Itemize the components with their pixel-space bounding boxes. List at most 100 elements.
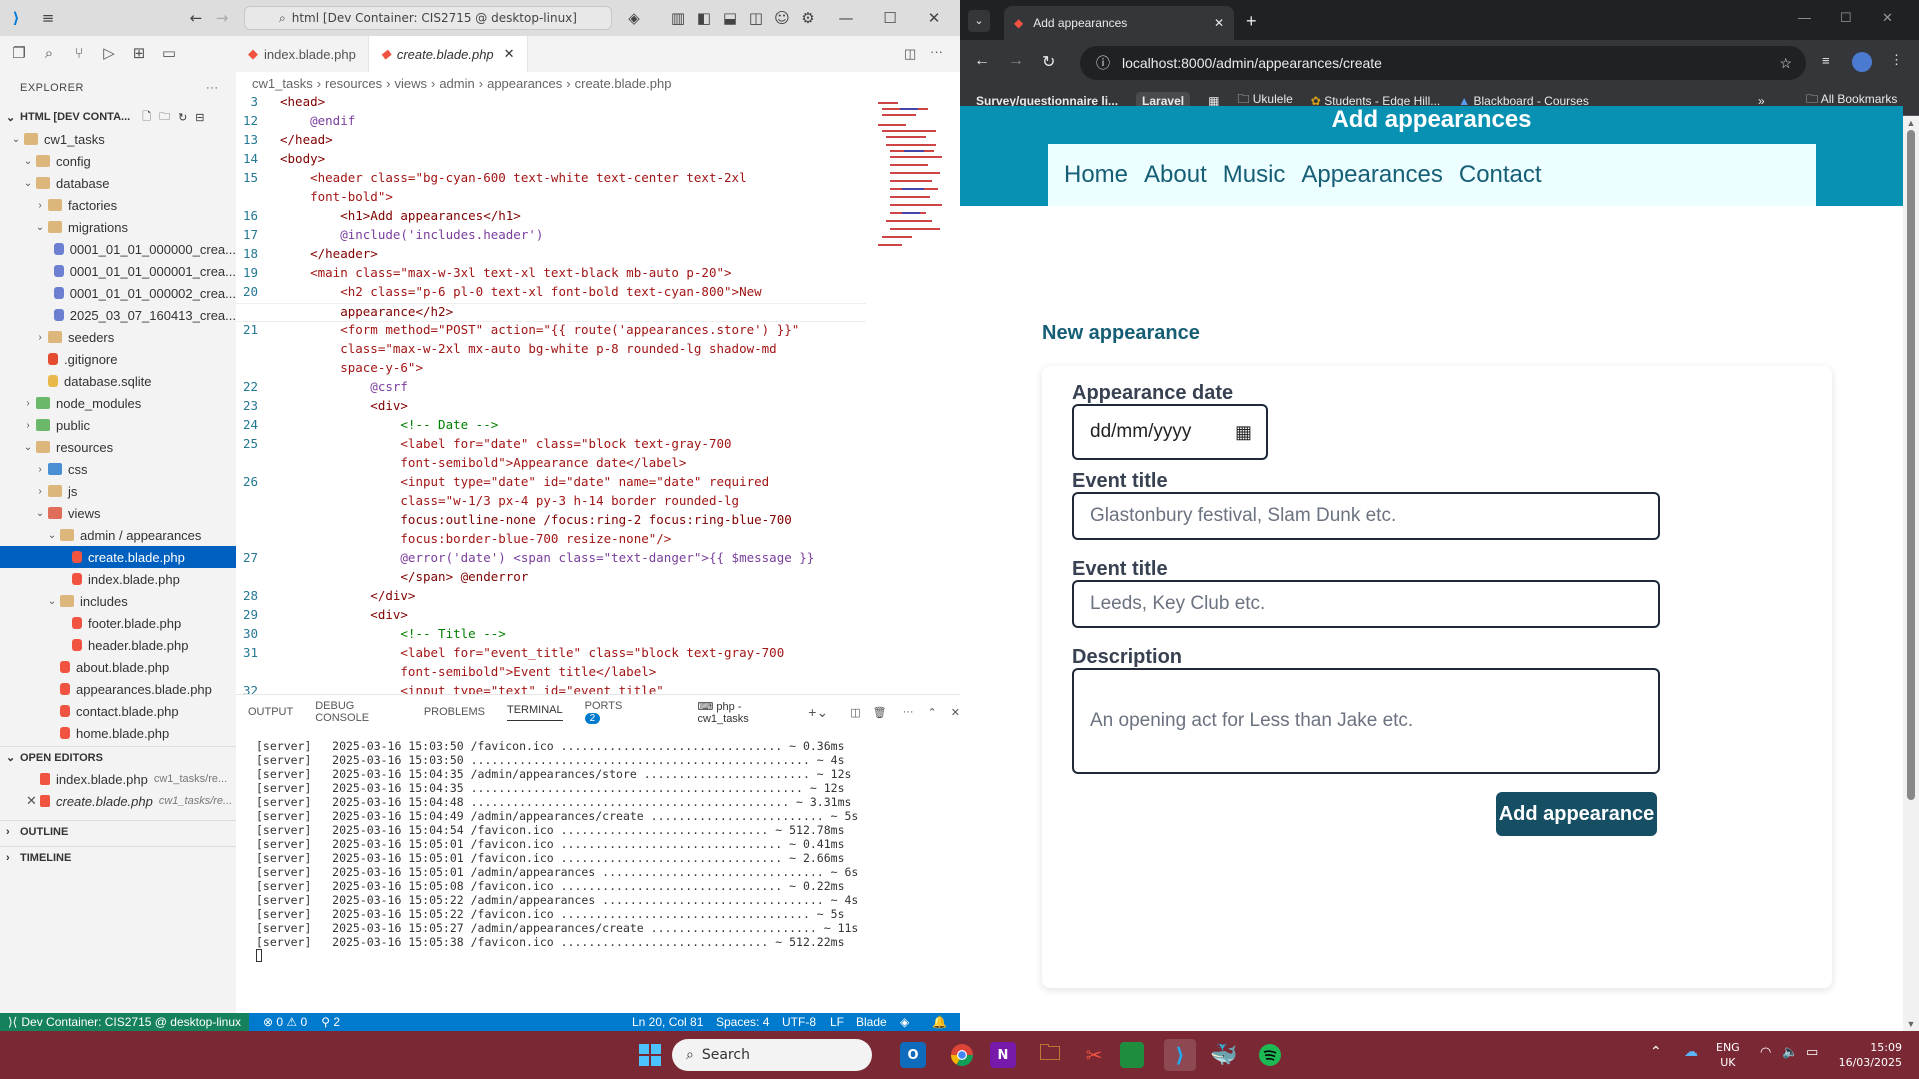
close-icon[interactable]: ✕ bbox=[504, 46, 515, 62]
tree-item[interactable]: ⌄ resources bbox=[0, 436, 236, 458]
breadcrumb-item[interactable]: cw1_tasks bbox=[252, 76, 313, 91]
onenote-icon[interactable]: N bbox=[990, 1042, 1016, 1068]
tree-item[interactable]: 0001_01_01_000000_crea... bbox=[0, 238, 236, 260]
cursor-position[interactable]: Ln 20, Col 81 bbox=[632, 1015, 703, 1029]
split-editor-icon[interactable]: ◫ bbox=[904, 46, 916, 62]
copilot-icon[interactable]: ◈ bbox=[618, 0, 650, 36]
close-panel-icon[interactable]: ✕ bbox=[951, 706, 960, 719]
tray-chevron-icon[interactable]: ⌃ bbox=[1650, 1045, 1662, 1060]
collapse-all-icon[interactable]: ⊟ bbox=[195, 111, 204, 124]
new-tab-icon[interactable]: + bbox=[1246, 11, 1257, 32]
back-arrow-icon[interactable]: ← bbox=[974, 52, 990, 70]
event-title-input[interactable]: Glastonbury festival, Slam Dunk etc. bbox=[1072, 492, 1660, 540]
tree-item[interactable]: contact.blade.php bbox=[0, 700, 236, 722]
tree-item[interactable]: › seeders bbox=[0, 326, 236, 348]
tree-item[interactable]: .gitignore bbox=[0, 348, 236, 370]
remote-indicator[interactable]: ⟩⟨ Dev Container: CIS2715 @ desktop-linux bbox=[0, 1013, 250, 1031]
nav-link-about[interactable]: About bbox=[1144, 161, 1207, 189]
chrome-menu-icon[interactable]: ⋮ bbox=[1890, 52, 1903, 68]
more-actions-icon[interactable]: ··· bbox=[930, 44, 943, 59]
tree-item[interactable]: › public bbox=[0, 414, 236, 436]
volume-icon[interactable]: 🔈 bbox=[1782, 1045, 1798, 1060]
tab-search-icon[interactable]: ⌄ bbox=[968, 10, 990, 32]
source-control-icon[interactable]: ⑂ bbox=[66, 40, 92, 66]
ports-status[interactable]: ⚲ 2 bbox=[321, 1015, 340, 1029]
tree-item[interactable]: 2025_03_07_160413_crea... bbox=[0, 304, 236, 326]
tab-ports[interactable]: PORTS 2 bbox=[584, 700, 636, 724]
tab-output[interactable]: OUTPUT bbox=[248, 706, 293, 718]
address-bar[interactable]: ⓘ localhost:8000/admin/appearances/create… bbox=[1080, 46, 1806, 80]
close-tab-icon[interactable]: ✕ bbox=[1214, 16, 1224, 30]
outlook-icon[interactable]: O bbox=[900, 1042, 926, 1068]
nav-link-contact[interactable]: Contact bbox=[1459, 161, 1542, 189]
maximize-icon[interactable]: ☐ bbox=[874, 0, 906, 36]
open-editor-item[interactable]: index.blade.php cw1_tasks/re... bbox=[0, 768, 236, 790]
media-controls-icon[interactable]: ≡ bbox=[1822, 53, 1830, 68]
terminal-output[interactable]: [server] 2025-03-16 15:03:50 /favicon.ic… bbox=[236, 729, 960, 962]
date-input[interactable]: dd/mm/yyyy ▦ bbox=[1072, 404, 1268, 460]
more-actions-icon[interactable]: ··· bbox=[903, 706, 914, 718]
breadcrumb-item[interactable]: create.blade.php bbox=[575, 76, 672, 91]
tree-item[interactable]: ⌄ migrations bbox=[0, 216, 236, 238]
nav-link-home[interactable]: Home bbox=[1064, 161, 1128, 189]
tree-item[interactable]: 0001_01_01_000002_crea... bbox=[0, 282, 236, 304]
notepad-icon[interactable] bbox=[1120, 1042, 1144, 1068]
tab-create-blade[interactable]: ◆ create.blade.php ✕ bbox=[368, 36, 528, 72]
breadcrumb-item[interactable]: admin bbox=[439, 76, 474, 91]
browser-tab-add-appearances[interactable]: ◆ Add appearances ✕ bbox=[1004, 6, 1234, 40]
scrollbar-thumb[interactable] bbox=[1907, 130, 1915, 800]
tree-item[interactable]: home.blade.php bbox=[0, 722, 236, 744]
outline-header[interactable]: › OUTLINE bbox=[0, 820, 236, 842]
new-file-icon[interactable]: 🗋 bbox=[142, 108, 151, 127]
calendar-icon[interactable]: ▦ bbox=[1235, 422, 1252, 443]
tree-item[interactable]: ⌄ config bbox=[0, 150, 236, 172]
remote-explorer-icon[interactable]: ▭ bbox=[156, 40, 182, 66]
spotify-icon[interactable] bbox=[1254, 1039, 1286, 1071]
tree-item[interactable]: database.sqlite bbox=[0, 370, 236, 392]
snipping-tool-icon[interactable]: ✂ bbox=[1078, 1039, 1110, 1071]
problems-status[interactable]: ⊗ 0 ⚠ 0 bbox=[263, 1015, 307, 1029]
workspace-header[interactable]: ⌄ HTML [DEV CONTA... 🗋 🗀 ↻ ⊟ bbox=[0, 106, 236, 128]
tree-item[interactable]: about.blade.php bbox=[0, 656, 236, 678]
explorer-files-icon[interactable]: ❐ bbox=[6, 40, 32, 66]
minimize-icon[interactable]: — bbox=[1798, 10, 1811, 25]
tab-index-blade[interactable]: ◆ index.blade.php bbox=[236, 36, 369, 72]
tab-debug-console[interactable]: DEBUG CONSOLE bbox=[315, 700, 402, 724]
close-icon[interactable]: ✕ bbox=[26, 793, 40, 809]
tree-item[interactable]: ⌄ admin / appearances bbox=[0, 524, 236, 546]
forward-arrow-icon[interactable]: → bbox=[206, 0, 238, 36]
profile-avatar[interactable] bbox=[1852, 52, 1872, 72]
tree-item[interactable]: footer.blade.php bbox=[0, 612, 236, 634]
tree-item[interactable]: › node_modules bbox=[0, 392, 236, 414]
onedrive-icon[interactable]: ☁ bbox=[1684, 1045, 1698, 1060]
tree-item[interactable]: ⌄ views bbox=[0, 502, 236, 524]
nav-link-appearances[interactable]: Appearances bbox=[1301, 161, 1442, 189]
line-ending[interactable]: LF bbox=[830, 1015, 844, 1029]
close-icon[interactable]: ✕ bbox=[1882, 10, 1893, 26]
maximize-icon[interactable]: ☐ bbox=[1840, 10, 1852, 26]
wifi-icon[interactable]: ◠ bbox=[1760, 1045, 1771, 1060]
file-explorer-icon[interactable]: 🗀 bbox=[1034, 1039, 1066, 1071]
description-textarea[interactable]: An opening act for Less than Jake etc. bbox=[1072, 668, 1660, 774]
add-appearance-button[interactable]: Add appearance bbox=[1496, 792, 1657, 836]
tab-problems[interactable]: PROBLEMS bbox=[424, 706, 485, 718]
open-editors-header[interactable]: ⌄ OPEN EDITORS bbox=[0, 746, 236, 768]
tab-terminal[interactable]: TERMINAL bbox=[506, 704, 563, 721]
windows-start-icon[interactable] bbox=[634, 1039, 666, 1071]
command-center[interactable]: ⌕ html [Dev Container: CIS2715 @ desktop-… bbox=[244, 6, 612, 30]
run-debug-icon[interactable]: ▷ bbox=[96, 40, 122, 66]
notifications-bell-icon[interactable]: 🔔 bbox=[932, 1015, 947, 1029]
copilot-status-icon[interactable]: ◈ bbox=[900, 1015, 909, 1029]
maximize-panel-icon[interactable]: ⌃ bbox=[928, 706, 937, 719]
tree-item[interactable]: create.blade.php bbox=[0, 546, 236, 568]
taskbar-search[interactable]: ⌕ Search bbox=[672, 1039, 872, 1071]
encoding[interactable]: UTF-8 bbox=[782, 1015, 816, 1029]
reload-icon[interactable]: ↻ bbox=[1042, 52, 1055, 72]
bookmark-star-icon[interactable]: ☆ bbox=[1779, 55, 1792, 72]
chrome-icon[interactable] bbox=[946, 1039, 978, 1071]
breadcrumb-item[interactable]: appearances bbox=[487, 76, 562, 91]
language-indicator[interactable]: ENG UK bbox=[1716, 1040, 1740, 1070]
scroll-down-icon[interactable]: ▼ bbox=[1903, 1019, 1919, 1029]
forward-arrow-icon[interactable]: → bbox=[1008, 52, 1024, 70]
tree-item[interactable]: › factories bbox=[0, 194, 236, 216]
